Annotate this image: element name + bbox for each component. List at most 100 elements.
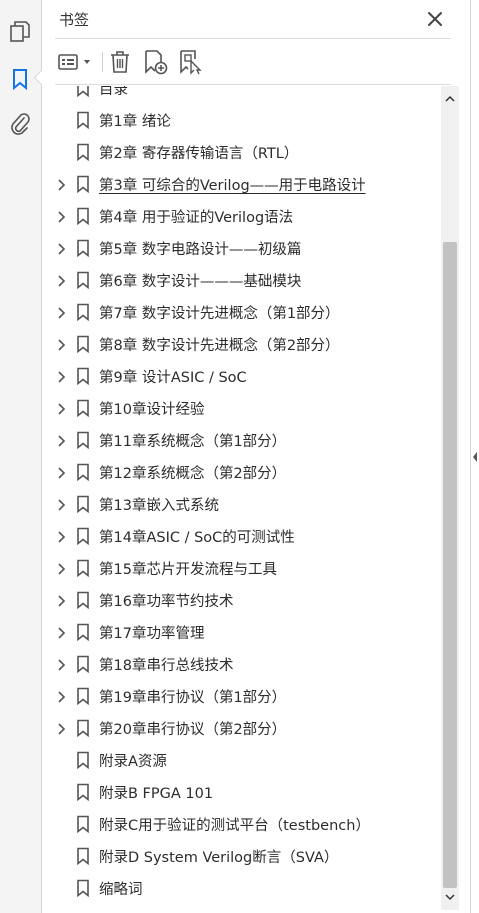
- bookmark-label: 附录C用于验证的测试平台（testbench）: [99, 818, 370, 834]
- bookmark-item[interactable]: 第19章串行协议（第1部分）: [43, 680, 439, 712]
- bookmark-ribbon-icon: [76, 719, 90, 738]
- bookmark-item[interactable]: 第17章功率管理: [43, 616, 439, 648]
- header-divider: [55, 38, 451, 39]
- expand-chevron-icon[interactable]: [54, 657, 68, 671]
- expand-chevron-icon[interactable]: [54, 305, 68, 319]
- bookmark-ribbon-icon: [76, 303, 90, 322]
- bookmark-icon[interactable]: [7, 66, 33, 92]
- bookmark-item[interactable]: 第5章 数字电路设计——初级篇: [43, 232, 439, 264]
- bookmark-item[interactable]: 第15章芯片开发流程与工具: [43, 552, 439, 584]
- bookmark-item[interactable]: 第7章 数字设计先进概念（第1部分）: [43, 296, 439, 328]
- bookmark-item[interactable]: 第20章串行协议（第2部分）: [43, 712, 439, 744]
- expand-chevron-icon[interactable]: [54, 209, 68, 223]
- bookmark-ribbon-icon: [76, 847, 90, 866]
- bookmark-ribbon-icon: [76, 239, 90, 258]
- expand-chevron-icon[interactable]: [54, 561, 68, 575]
- expand-chevron-icon[interactable]: [54, 465, 68, 479]
- bookmark-item[interactable]: 第11章系统概念（第1部分）: [43, 424, 439, 456]
- bookmark-label: 第20章串行协议（第2部分）: [99, 722, 287, 738]
- bookmark-label: 第6章 数字设计———基础模块: [99, 274, 302, 290]
- expand-chevron-icon[interactable]: [54, 497, 68, 511]
- bookmarks-panel: 书签 目录 第1章 绪论 第2章 寄存器传输语言（RTL） 第3章 可综合的Ve…: [43, 0, 470, 913]
- bookmark-label: 附录D System Verilog断言（SVA）: [99, 850, 339, 866]
- options-menu-icon[interactable]: [57, 49, 95, 75]
- bookmark-item[interactable]: 附录A资源: [43, 744, 439, 776]
- bookmark-label: 第3章 可综合的Verilog——用于电路设计: [99, 178, 366, 194]
- bookmark-ribbon-icon: [76, 399, 90, 418]
- bookmark-ribbon-icon: [76, 815, 90, 834]
- expand-chevron-icon[interactable]: [54, 433, 68, 447]
- bookmark-ribbon-icon: [76, 495, 90, 514]
- expand-chevron-icon[interactable]: [54, 529, 68, 543]
- scrollbar-thumb[interactable]: [443, 242, 457, 888]
- expand-chevron-icon[interactable]: [54, 625, 68, 639]
- scroll-up-icon[interactable]: [441, 90, 459, 108]
- bookmark-label: 第12章系统概念（第2部分）: [99, 466, 287, 482]
- bookmark-list: 目录第1章 绪论第2章 寄存器传输语言（RTL） 第3章 可综合的Verilog—…: [43, 86, 439, 906]
- expand-chevron-icon[interactable]: [54, 401, 68, 415]
- bookmark-ribbon-icon: [76, 431, 90, 450]
- bookmark-label: 第1章 绪论: [99, 114, 171, 130]
- bookmark-label: 第8章 数字设计先进概念（第2部分）: [99, 338, 340, 354]
- close-icon[interactable]: [425, 9, 445, 29]
- bookmark-item[interactable]: 目录: [43, 86, 439, 104]
- bookmark-label: 第17章功率管理: [99, 626, 205, 642]
- bookmark-item[interactable]: 附录C用于验证的测试平台（testbench）: [43, 808, 439, 840]
- bookmark-from-structure-icon[interactable]: [178, 49, 204, 75]
- pages-icon[interactable]: [7, 19, 33, 45]
- bookmark-item[interactable]: 第8章 数字设计先进概念（第2部分）: [43, 328, 439, 360]
- toolbar-divider: [55, 84, 451, 85]
- bookmark-label: 附录B FPGA 101: [99, 786, 214, 802]
- bookmark-ribbon-icon: [76, 143, 90, 162]
- bookmark-item[interactable]: 缩略词: [43, 872, 439, 904]
- bookmark-item[interactable]: 第13章嵌入式系统: [43, 488, 439, 520]
- scroll-down-icon[interactable]: [441, 888, 459, 906]
- bookmark-ribbon-icon: [76, 335, 90, 354]
- bookmark-item[interactable]: 第1章 绪论: [43, 104, 439, 136]
- bookmark-item[interactable]: 第2章 寄存器传输语言（RTL）: [43, 136, 439, 168]
- bookmark-item[interactable]: 第3章 可综合的Verilog——用于电路设计: [43, 168, 439, 200]
- bookmark-ribbon-icon: [76, 623, 90, 642]
- bookmark-ribbon-icon: [76, 207, 90, 226]
- expand-chevron-icon[interactable]: [54, 721, 68, 735]
- bookmark-item[interactable]: 第14章ASIC / SoC的可测试性: [43, 520, 439, 552]
- expand-chevron-icon[interactable]: [54, 369, 68, 383]
- expand-chevron-icon[interactable]: [54, 177, 68, 191]
- bookmark-ribbon-icon: [76, 111, 90, 130]
- bookmark-ribbon-icon: [76, 687, 90, 706]
- bookmark-item[interactable]: 第16章功率节约技术: [43, 584, 439, 616]
- bookmark-ribbon-icon: [76, 591, 90, 610]
- expand-chevron-icon[interactable]: [54, 593, 68, 607]
- bookmark-ribbon-icon: [76, 271, 90, 290]
- delete-icon[interactable]: [109, 49, 131, 75]
- expand-chevron-icon[interactable]: [54, 337, 68, 351]
- bookmark-item[interactable]: 第18章串行总线技术: [43, 648, 439, 680]
- bookmark-item[interactable]: 第10章设计经验: [43, 392, 439, 424]
- bookmark-label: 目录: [99, 86, 128, 98]
- navigation-rail: [0, 0, 42, 913]
- collapse-arrow-icon[interactable]: [472, 448, 478, 462]
- bookmark-item[interactable]: 附录B FPGA 101: [43, 776, 439, 808]
- bookmark-label: 第9章 设计ASIC / SoC: [99, 370, 247, 386]
- expand-chevron-icon[interactable]: [54, 241, 68, 255]
- attachment-icon[interactable]: [7, 111, 33, 137]
- bookmark-item[interactable]: 第6章 数字设计———基础模块: [43, 264, 439, 296]
- bookmark-label: 第15章芯片开发流程与工具: [99, 562, 277, 578]
- new-bookmark-icon[interactable]: [143, 49, 169, 75]
- bookmark-label: 附录A资源: [99, 754, 167, 770]
- expand-chevron-icon[interactable]: [54, 689, 68, 703]
- expand-chevron-icon[interactable]: [54, 273, 68, 287]
- bookmark-ribbon-icon: [76, 527, 90, 546]
- bookmark-ribbon-icon: [76, 559, 90, 578]
- bookmark-label: 第11章系统概念（第1部分）: [99, 434, 287, 450]
- vertical-scrollbar[interactable]: [441, 86, 459, 910]
- bookmark-label: 第4章 用于验证的Verilog语法: [99, 210, 294, 226]
- bookmark-item[interactable]: 第9章 设计ASIC / SoC: [43, 360, 439, 392]
- bookmark-label: 第7章 数字设计先进概念（第1部分）: [99, 306, 340, 322]
- bookmark-ribbon-icon: [76, 175, 90, 194]
- bookmark-ribbon-icon: [76, 86, 90, 98]
- bookmark-item[interactable]: 第4章 用于验证的Verilog语法: [43, 200, 439, 232]
- bookmark-item[interactable]: 第12章系统概念（第2部分）: [43, 456, 439, 488]
- bookmark-item[interactable]: 附录D System Verilog断言（SVA）: [43, 840, 439, 872]
- bookmark-ribbon-icon: [76, 463, 90, 482]
